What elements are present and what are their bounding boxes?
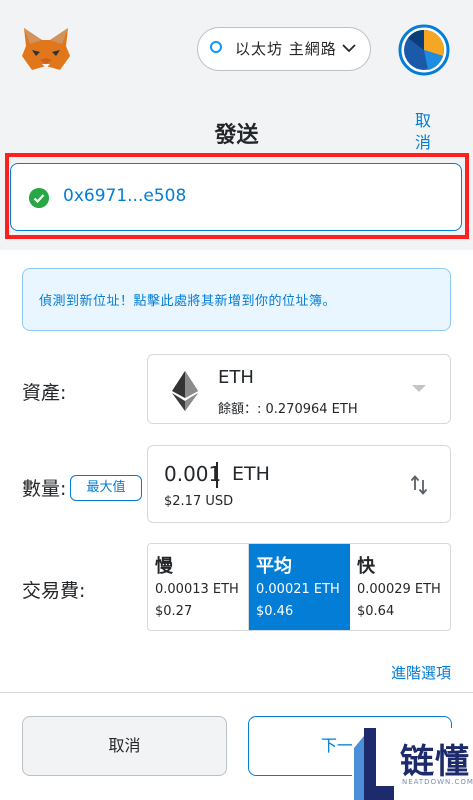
recipient-address-field[interactable]: 0x6971...e508 (10, 163, 462, 231)
fee-option-eth: 0.00013 ETH (155, 582, 239, 597)
watermark: 链懂 NEATDOWN.COM (352, 728, 473, 800)
asset-label: 資產: (22, 382, 67, 404)
cancel-button[interactable]: 取消 (22, 716, 227, 776)
dropdown-caret-icon (412, 385, 426, 392)
watermark-sub: NEATDOWN.COM (402, 778, 473, 786)
fee-option-average[interactable]: 平均 0.00021 ETH $0.46 (249, 544, 350, 630)
recipient-address: 0x6971...e508 (63, 186, 187, 206)
new-address-alert[interactable]: 偵測到新位址！點擊此處將其新增到你的位址簿。 (22, 268, 451, 331)
text-cursor (216, 462, 218, 488)
fee-option-slow[interactable]: 慢 0.00013 ETH $0.27 (148, 544, 249, 630)
fee-option-usd: $0.64 (357, 604, 395, 619)
asset-name: ETH (218, 367, 254, 388)
page-title: 發送 (214, 123, 259, 148)
check-circle-icon (29, 188, 49, 208)
swap-arrows-icon[interactable] (410, 474, 428, 496)
asset-balance: 餘額：: 0.270964 ETH (218, 402, 358, 417)
chevron-down-icon (342, 44, 356, 53)
header-area: 以太坊 主網路 發送 取消 0x6971...e508 (0, 0, 473, 250)
watermark-logo-icon (354, 728, 394, 800)
alert-text: 偵測到新位址！點擊此處將其新增到你的位址簿。 (39, 294, 337, 309)
fee-option-name: 慢 (155, 556, 173, 577)
network-status-icon (210, 41, 222, 53)
advanced-options-link[interactable]: 進階選項 (391, 662, 451, 683)
fee-option-name: 快 (357, 556, 375, 577)
network-selector[interactable]: 以太坊 主網路 (197, 27, 371, 71)
network-label: 以太坊 主網路 (235, 40, 337, 58)
amount-input[interactable]: 0.001 ETH $2.17 USD (147, 445, 451, 523)
fee-label: 交易費: (22, 580, 86, 602)
amount-fiat: $2.17 USD (164, 494, 234, 509)
cancel-link[interactable]: 取消 (413, 110, 433, 154)
max-amount-button[interactable]: 最大值 (70, 475, 142, 501)
amount-value: 0.001 (164, 462, 222, 486)
fee-option-eth: 0.00029 ETH (357, 582, 441, 597)
watermark-brand: 链懂 (400, 742, 470, 782)
fee-option-name: 平均 (256, 556, 292, 577)
account-avatar-icon[interactable] (398, 24, 450, 76)
fee-option-usd: $0.46 (256, 604, 294, 619)
amount-label: 數量: (22, 478, 67, 500)
fee-option-fast[interactable]: 快 0.00029 ETH $0.64 (350, 544, 450, 630)
fee-selector: 慢 0.00013 ETH $0.27 平均 0.00021 ETH $0.46… (147, 543, 451, 631)
amount-unit: ETH (232, 463, 270, 485)
metamask-fox-icon[interactable] (20, 26, 72, 72)
fee-option-usd: $0.27 (155, 604, 193, 619)
footer-divider (0, 692, 473, 693)
eth-logo-icon (172, 371, 198, 411)
asset-selector[interactable]: ETH 餘額：: 0.270964 ETH (147, 354, 451, 424)
fee-option-eth: 0.00021 ETH (256, 582, 340, 597)
